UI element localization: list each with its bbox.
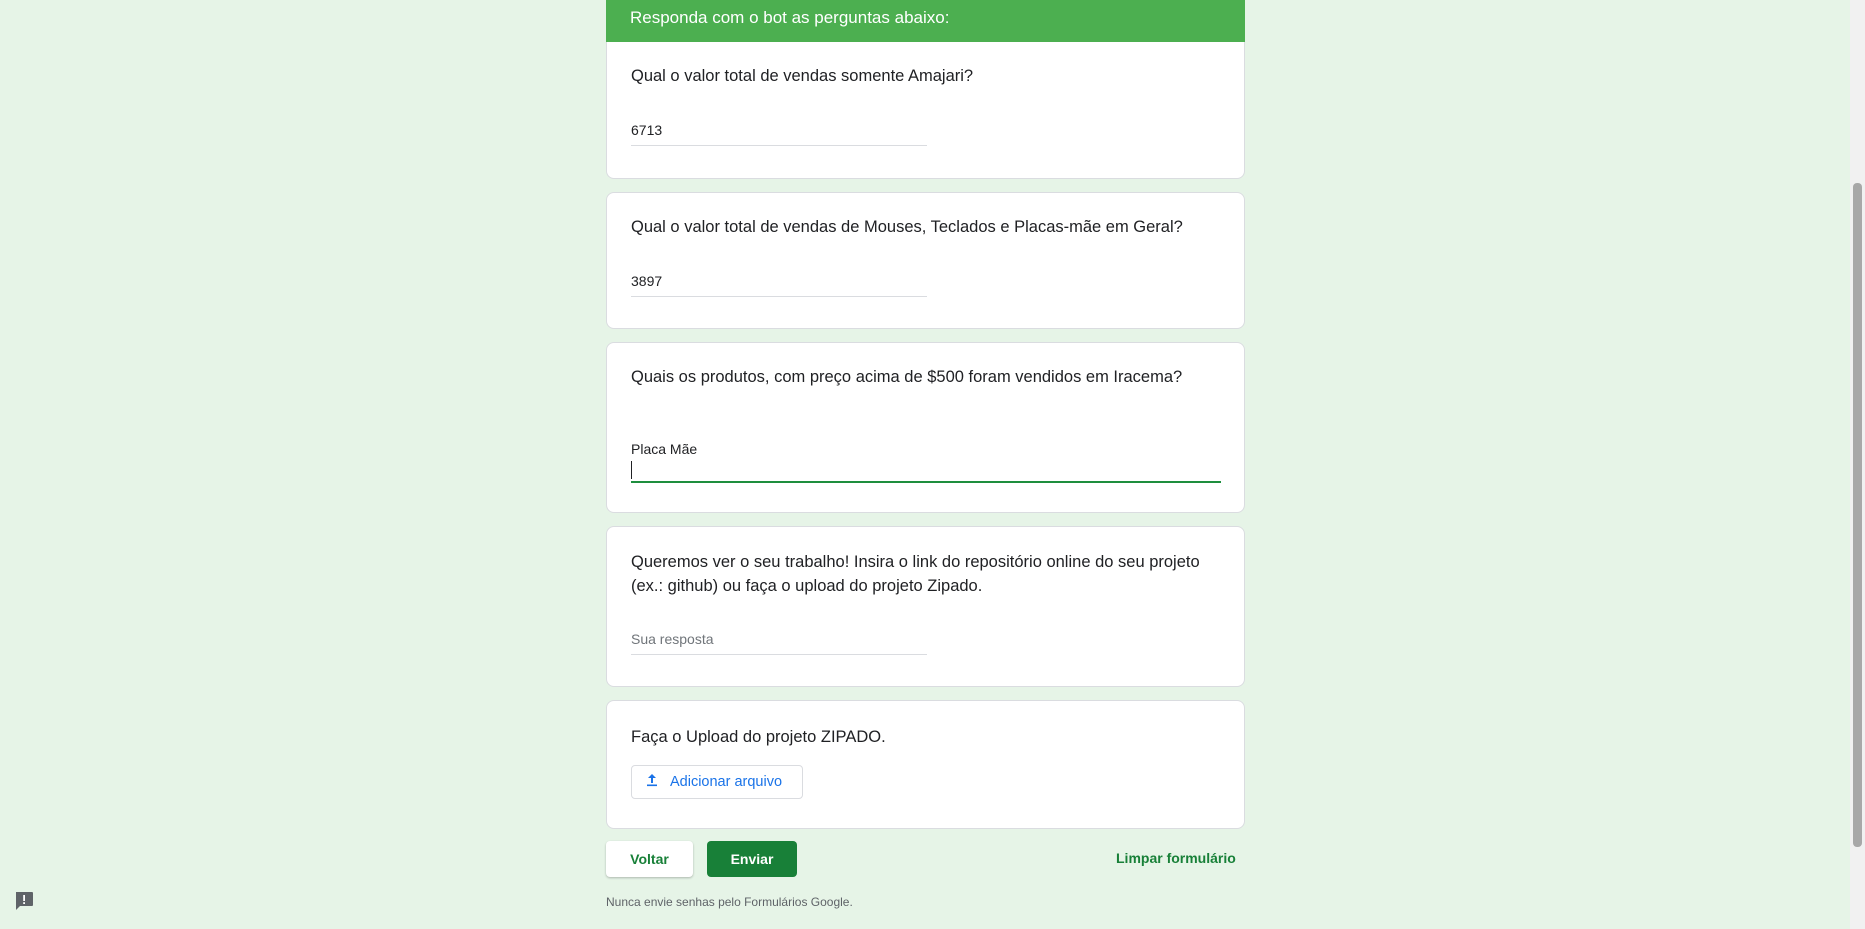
answer-field[interactable]: 3897 <box>631 273 662 289</box>
add-file-button[interactable]: Adicionar arquivo <box>631 765 803 799</box>
answer-underline <box>631 145 927 146</box>
question-title: Quais os produtos, com preço acima de $5… <box>631 368 1183 386</box>
question-title: Qual o valor total de vendas somente Ama… <box>631 67 974 85</box>
question-title: Faça o Upload do projeto ZIPADO. <box>631 728 886 746</box>
answer-input[interactable]: Sua resposta <box>631 631 714 647</box>
upload-icon <box>644 772 660 792</box>
answer-underline-active <box>631 481 1221 483</box>
clear-form-link[interactable]: Limpar formulário <box>1116 850 1236 866</box>
footer-note: Nunca envie senhas pelo Formulários Goog… <box>606 895 853 909</box>
question-card-2: Qual o valor total de vendas de Mouses, … <box>606 192 1245 329</box>
answer-textarea[interactable]: Placa Mãe <box>631 441 697 457</box>
text-caret <box>631 461 632 479</box>
section-header: Responda com o bot as perguntas abaixo: <box>606 0 1245 42</box>
question-card-5: Faça o Upload do projeto ZIPADO. Adicion… <box>606 700 1245 829</box>
question-card-1: Qual o valor total de vendas somente Ama… <box>606 42 1245 179</box>
answer-field[interactable]: 6713 <box>631 122 662 138</box>
add-file-label: Adicionar arquivo <box>670 774 783 790</box>
answer-underline <box>631 654 927 655</box>
report-feedback-icon[interactable] <box>13 890 35 912</box>
scrollbar-thumb[interactable] <box>1853 183 1862 847</box>
question-card-3: Quais os produtos, com preço acima de $5… <box>606 342 1245 513</box>
question-card-4: Queremos ver o seu trabalho! Insira o li… <box>606 526 1245 687</box>
submit-button[interactable]: Enviar <box>707 841 797 877</box>
section-title: Responda com o bot as perguntas abaixo: <box>630 8 950 27</box>
answer-underline <box>631 296 927 297</box>
page-scrollbar[interactable] <box>1850 0 1865 929</box>
back-button[interactable]: Voltar <box>606 841 693 877</box>
question-title: Qual o valor total de vendas de Mouses, … <box>631 218 1183 236</box>
question-title: Queremos ver o seu trabalho! Insira o li… <box>631 553 1200 595</box>
